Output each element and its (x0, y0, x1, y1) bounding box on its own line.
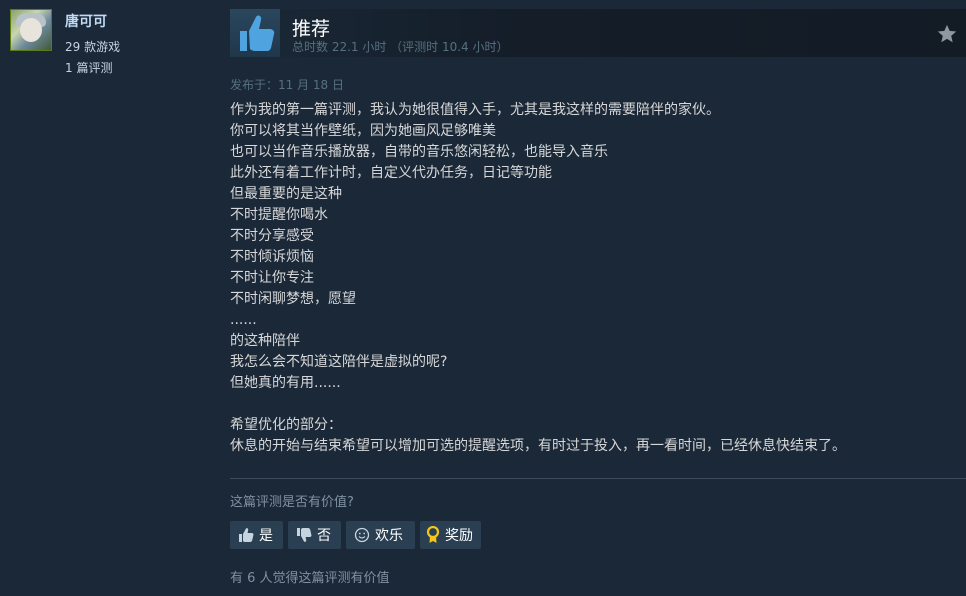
star-icon[interactable] (936, 23, 958, 45)
thumbs-down-icon (297, 528, 312, 542)
review-line: 不时让你专注 (230, 270, 314, 286)
review-line: 但她真的有用...... (230, 375, 341, 391)
vote-yes-button[interactable]: 是 (230, 521, 283, 549)
review-line: 你可以将其当作壁纸，因为她画风足够唯美 (230, 123, 496, 139)
award-label: 奖励 (445, 528, 473, 544)
review-line: 不时分享感受 (230, 228, 314, 244)
review-line: 作为我的第一篇评测，我认为她很值得入手，尤其是我这样的需要陪伴的家伙。 (230, 102, 720, 118)
review-line: 的这种陪伴 (230, 333, 300, 349)
review-verdict: 推荐 (292, 18, 331, 40)
review-line: 不时提醒你喝水 (230, 207, 328, 223)
review-line: 不时倾诉烦恼 (230, 249, 314, 265)
review-line: ...... (230, 312, 257, 328)
author-name[interactable]: 唐可可 (65, 11, 107, 31)
helpful-question: 这篇评测是否有价值? (230, 495, 354, 510)
vote-no-button[interactable]: 否 (288, 521, 341, 549)
review-line: 但最重要的是这种 (230, 186, 342, 202)
vote-funny-label: 欢乐 (375, 528, 403, 544)
divider (230, 478, 966, 479)
review-line: 希望优化的部分： (230, 417, 342, 433)
vote-yes-label: 是 (259, 528, 273, 544)
author-reviews-count[interactable]: 1 篇评测 (65, 59, 112, 76)
review-body: 作为我的第一篇评测，我认为她很值得入手，尤其是我这样的需要陪伴的家伙。 你可以将… (230, 100, 960, 457)
award-ribbon-icon (426, 526, 440, 543)
vote-no-label: 否 (317, 528, 331, 544)
thumbs-up-icon (239, 528, 254, 542)
helpful-count: 有 6 人觉得这篇评测有价值 (230, 571, 390, 586)
author-games-owned[interactable]: 29 款游戏 (65, 38, 120, 55)
review-line: 也可以当作音乐播放器，自带的音乐悠闲轻松，也能导入音乐 (230, 144, 608, 160)
review-line: 我怎么会不知道这陪伴是虚拟的呢? (230, 354, 448, 370)
review-line: 不时闲聊梦想，愿望 (230, 291, 356, 307)
smiley-icon (354, 527, 370, 543)
author-avatar[interactable] (10, 9, 52, 51)
thumbs-up-icon (230, 9, 280, 57)
posted-date: 发布于：11 月 18 日 (230, 78, 344, 92)
review-header[interactable]: 推荐 总时数 22.1 小时 （评测时 10.4 小时） (230, 9, 966, 57)
review-hours: 总时数 22.1 小时 （评测时 10.4 小时） (292, 40, 509, 54)
award-button[interactable]: 奖励 (420, 521, 481, 549)
vote-funny-button[interactable]: 欢乐 (346, 521, 415, 549)
review-line (230, 394, 960, 415)
review-line: 休息的开始与结束希望可以增加可选的提醒选项，有时过于投入，再一看时间，已经休息快… (230, 438, 846, 454)
review-line: 此外还有着工作计时，自定义代办任务，日记等功能 (230, 165, 552, 181)
